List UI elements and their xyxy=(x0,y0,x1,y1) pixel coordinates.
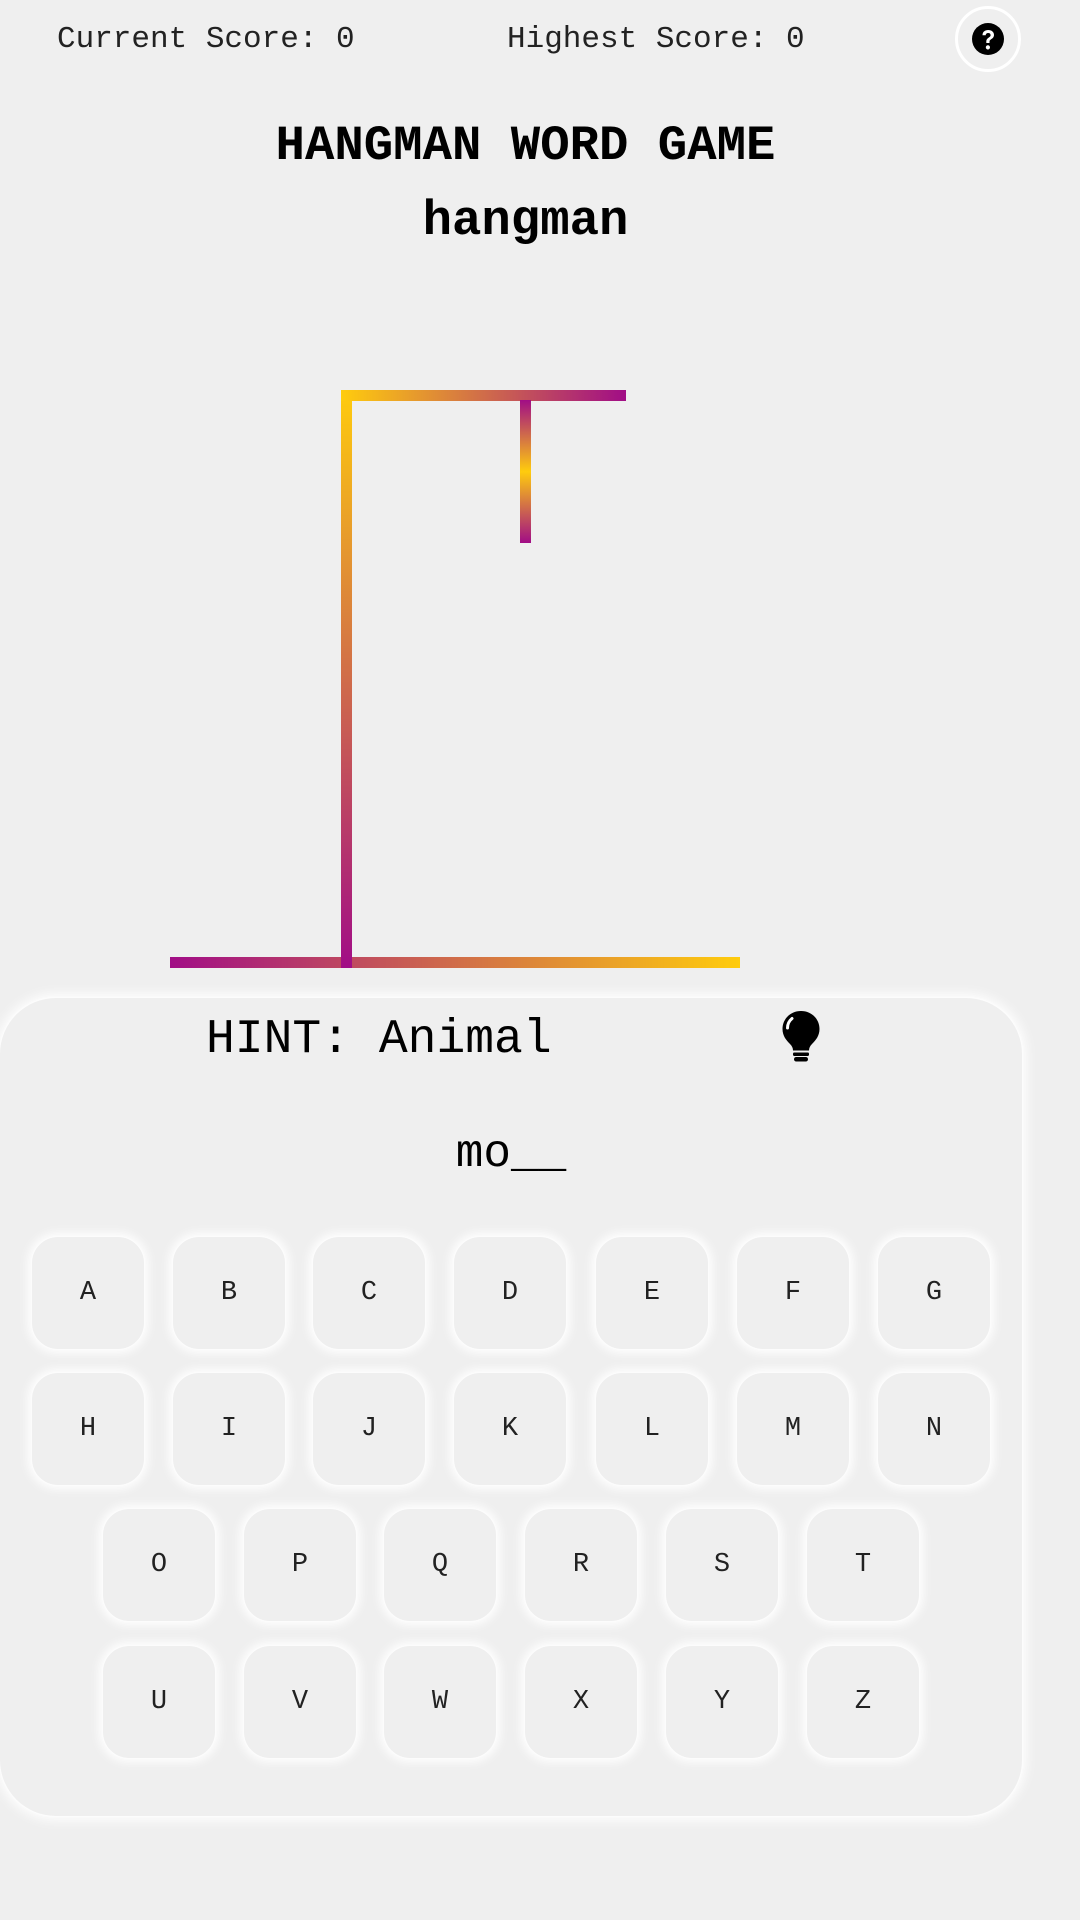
key-c[interactable]: C xyxy=(313,1237,425,1349)
key-f[interactable]: F xyxy=(737,1237,849,1349)
key-e[interactable]: E xyxy=(596,1237,708,1349)
gallows-drawing xyxy=(170,390,740,968)
key-a[interactable]: A xyxy=(32,1237,144,1349)
word-display: mo__ xyxy=(455,1128,567,1180)
key-b[interactable]: B xyxy=(173,1237,285,1349)
key-m[interactable]: M xyxy=(737,1373,849,1485)
key-l[interactable]: L xyxy=(596,1373,708,1485)
key-n[interactable]: N xyxy=(878,1373,990,1485)
gallows-beam xyxy=(341,390,626,401)
key-y[interactable]: Y xyxy=(666,1646,778,1758)
gallows-pole xyxy=(341,390,352,968)
key-i[interactable]: I xyxy=(173,1373,285,1485)
key-k[interactable]: K xyxy=(454,1373,566,1485)
key-t[interactable]: T xyxy=(807,1509,919,1621)
key-x[interactable]: X xyxy=(525,1646,637,1758)
hint-button[interactable] xyxy=(775,1005,827,1067)
lightbulb-icon xyxy=(782,1011,820,1062)
key-d[interactable]: D xyxy=(454,1237,566,1349)
key-v[interactable]: V xyxy=(244,1646,356,1758)
key-g[interactable]: G xyxy=(878,1237,990,1349)
key-o[interactable]: O xyxy=(103,1509,215,1621)
key-s[interactable]: S xyxy=(666,1509,778,1621)
key-q[interactable]: Q xyxy=(384,1509,496,1621)
game-screen: Current Score: 0 Highest Score: 0 HANGMA… xyxy=(0,0,1080,1920)
key-p[interactable]: P xyxy=(244,1509,356,1621)
key-w[interactable]: W xyxy=(384,1646,496,1758)
key-u[interactable]: U xyxy=(103,1646,215,1758)
key-j[interactable]: J xyxy=(313,1373,425,1485)
key-h[interactable]: H xyxy=(32,1373,144,1485)
gallows-base xyxy=(170,957,740,968)
key-r[interactable]: R xyxy=(525,1509,637,1621)
key-z[interactable]: Z xyxy=(807,1646,919,1758)
hint-text: HINT: Animal xyxy=(206,1013,552,1067)
gallows-rope xyxy=(520,400,531,543)
